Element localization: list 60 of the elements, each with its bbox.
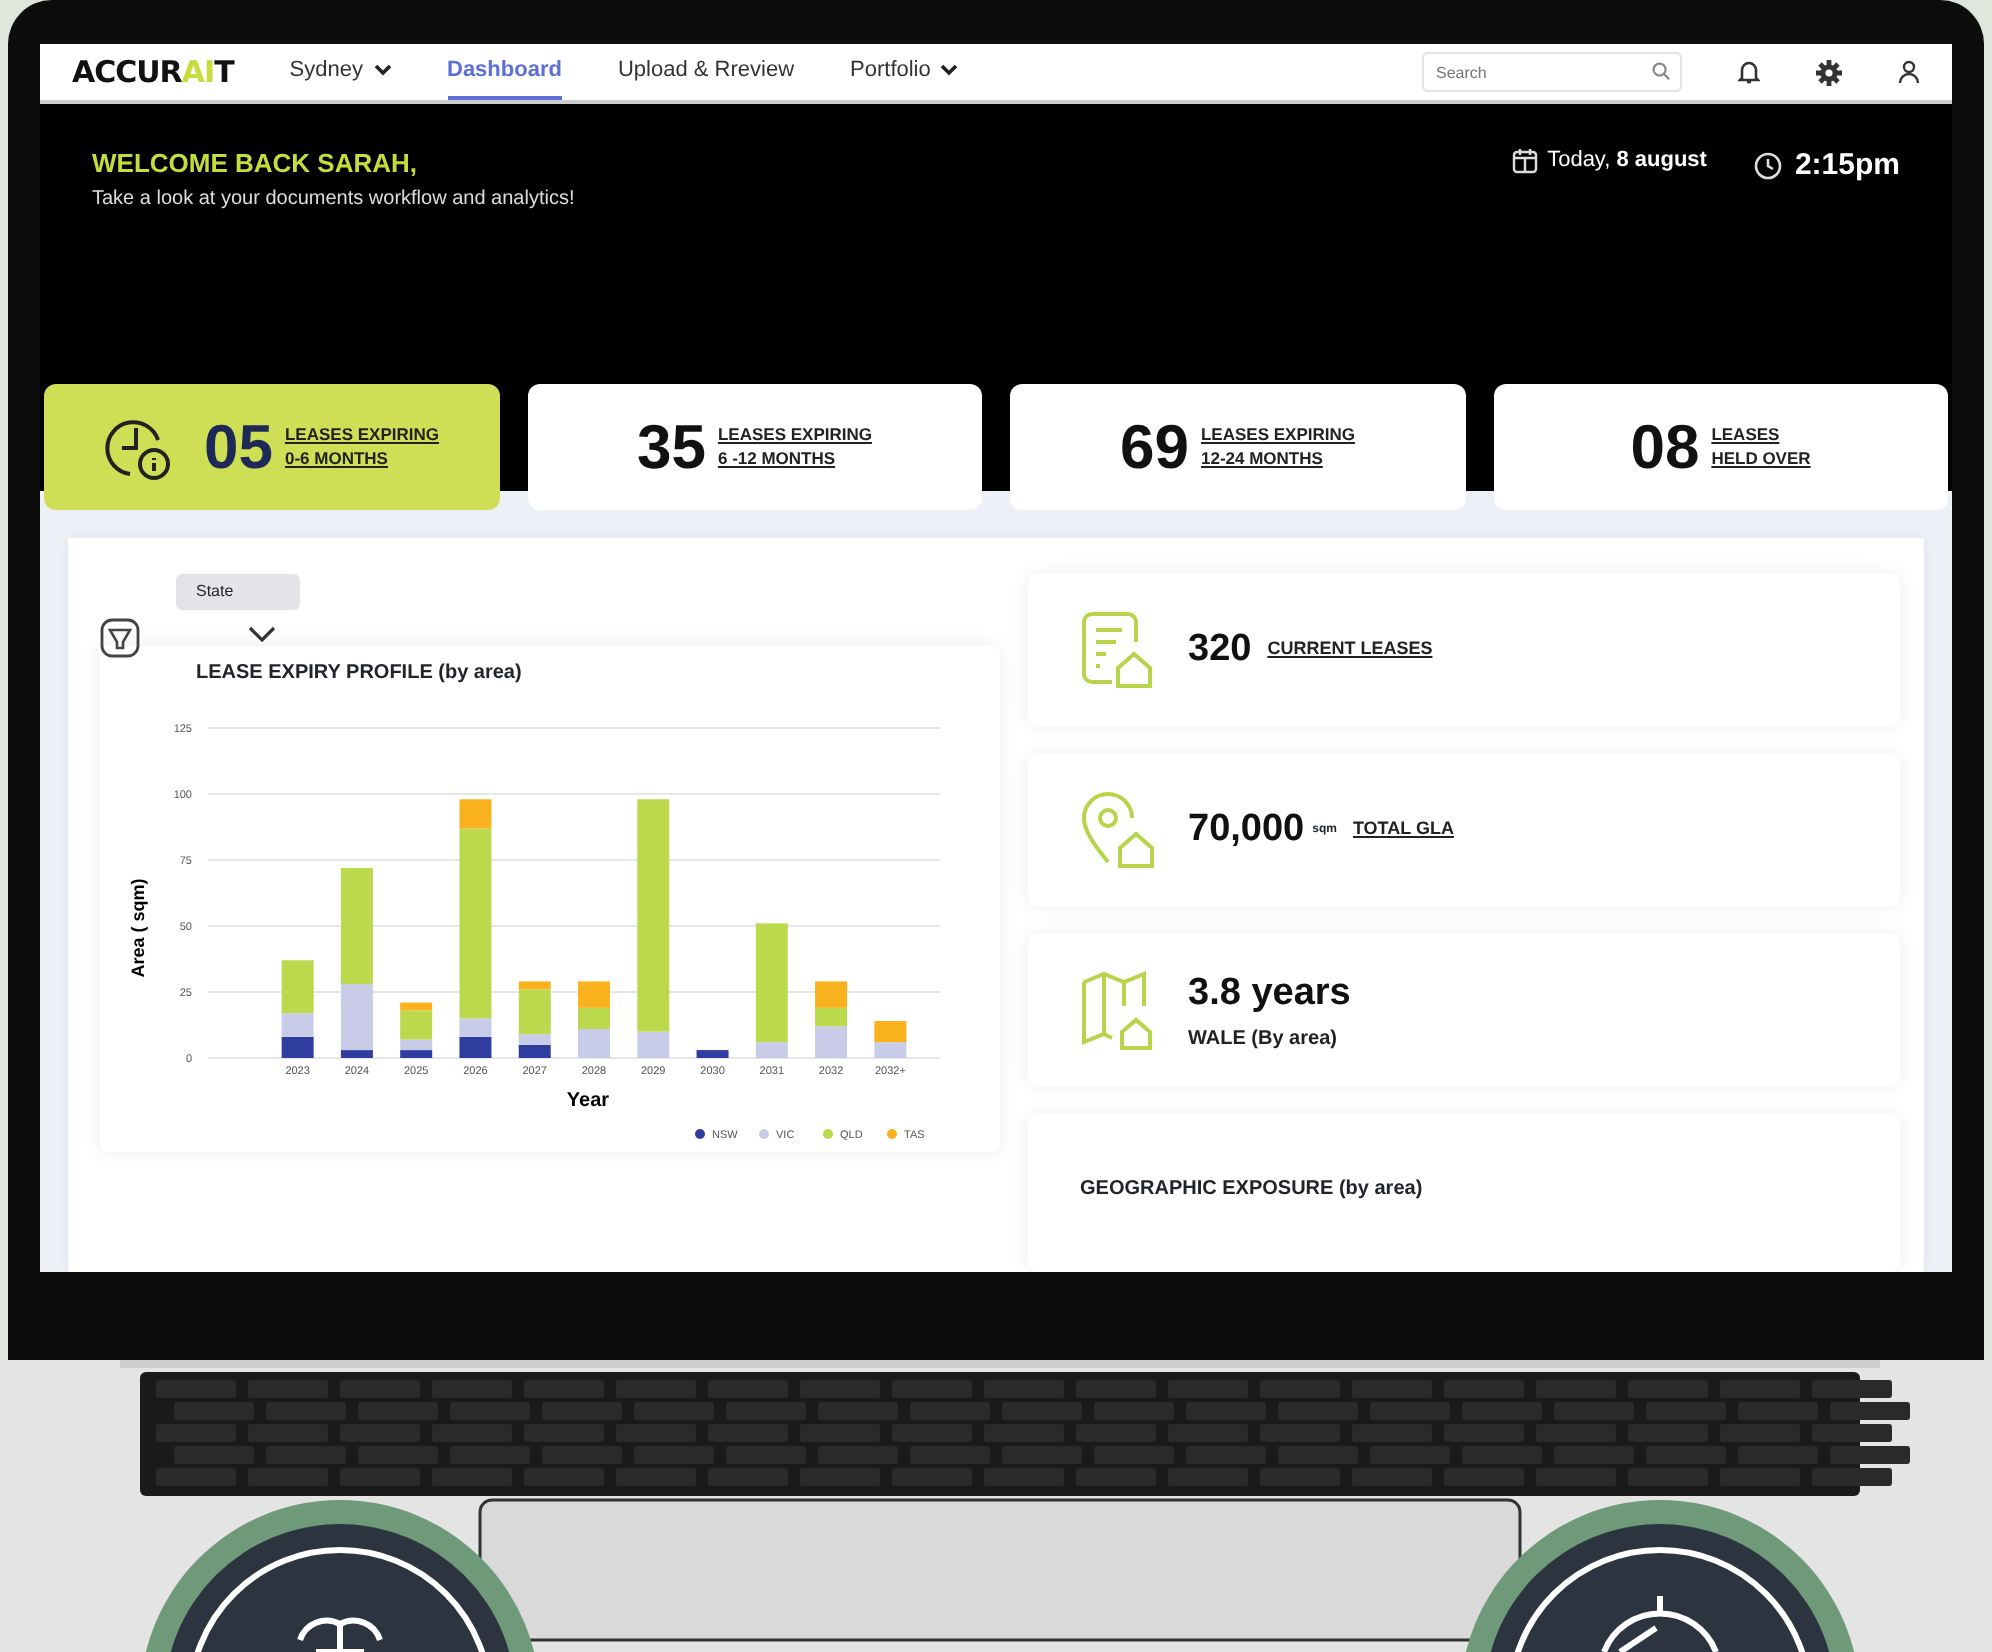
stat-value: 05 [204,416,273,478]
chart-bar [578,1028,610,1058]
chevron-down-icon [373,64,391,76]
kpi-link[interactable]: CURRENT LEASES [1267,636,1433,664]
map-house-icon [1080,970,1156,1050]
chart-bar [874,1021,907,1043]
nav-tab[interactable]: Dashboard [447,44,562,101]
nav-tab[interactable]: Upload & Rreview [617,44,795,101]
filter-icon[interactable] [100,618,140,658]
calendar-icon [1511,147,1538,174]
stat-label: 12-24 MONTHS [1200,447,1325,470]
stat-label: 0-6 MONTHS [284,447,390,470]
welcome-subtitle: Take a look at your documents workflow and analytics! [92,185,575,213]
user-icon[interactable] [1898,60,1920,84]
kpi-label: WALE (By area) [1188,1025,1339,1054]
logo: ACCURAIT [72,51,234,94]
search-field[interactable]: Search [1422,52,1682,92]
stat-label: LEASES EXPIRING [284,424,439,447]
clock-icon [1754,152,1783,181]
chart-bar [459,1036,492,1058]
chart-bar [281,1036,314,1058]
legend-dot [823,1129,833,1139]
chart-bar [696,1050,729,1058]
chart-title: LEASE EXPIRY PROFILE (by area) [196,660,524,688]
time-text: 2:15pm [1794,146,1900,186]
x-axis-label: Year [566,1090,610,1112]
stat-label: LEASES EXPIRING [1200,424,1355,447]
stat-value: 35 [637,416,706,478]
chevron-down-icon[interactable] [248,626,276,642]
legend-dot [759,1129,769,1139]
y-axis-label: Area ( sqm) [128,878,148,978]
geography-title: GEOGRAPHIC EXPOSURE (by area) [1080,1176,1425,1204]
location-pin-house-icon [1080,790,1156,870]
stat-label: 6 -12 MONTHS [717,447,838,470]
bell-icon[interactable] [1738,60,1760,84]
stat-label: LEASES [1711,424,1782,447]
chart-bar [578,981,610,1008]
chart-bar [578,1007,610,1029]
chevron-down-icon [940,64,959,76]
welcome-heading: WELCOME BACK SARAH, [92,146,419,182]
state-dropdown-label[interactable]: State [176,574,300,610]
legend-dot [695,1129,705,1139]
document-house-icon [1080,610,1156,690]
nav-dropdown[interactable]: Sydney [289,44,391,101]
search-icon[interactable] [1652,62,1670,80]
kpi-value: 70,000 [1188,805,1305,854]
kpi-value: 320 [1188,625,1252,674]
gauge-badge-icon [1460,1500,1860,1652]
brain-badge-icon [140,1500,540,1652]
stat-value: 69 [1120,416,1189,478]
settings-icon[interactable] [1816,59,1842,85]
kpi-link[interactable]: TOTAL GLA [1352,816,1454,844]
stat-label: LEASES EXPIRING [717,424,872,447]
legend-dot [887,1129,897,1139]
date-text: Today, 8 august [1547,146,1707,176]
stat-label: HELD OVER [1711,447,1811,470]
nav-dropdown[interactable]: Portfolio [850,44,959,101]
chart-bar [815,981,848,1008]
kpi-value: 3.8 years [1188,970,1351,1019]
stat-value: 08 [1630,416,1700,478]
